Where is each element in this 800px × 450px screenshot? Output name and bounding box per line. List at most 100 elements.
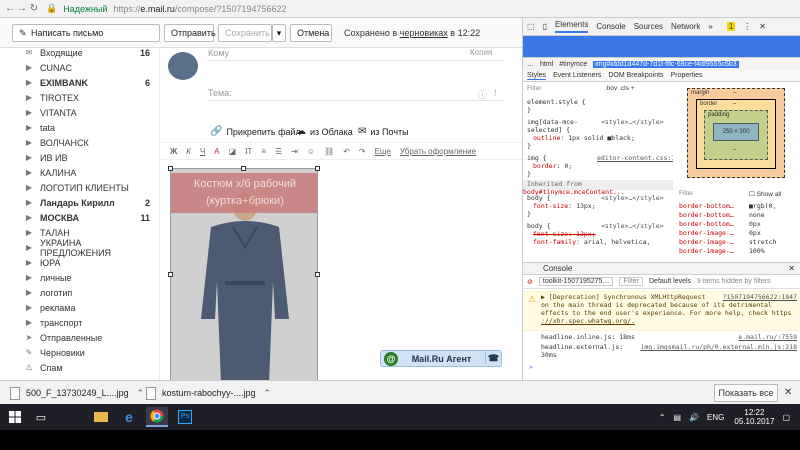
tab-elements[interactable]: Elements [554, 20, 589, 33]
chevron-up-icon[interactable]: ⌃ [264, 388, 272, 399]
mail-agent-bar[interactable]: @ Mail.Ru Агент ☎ [380, 350, 502, 367]
cancel-button[interactable]: Отмена [290, 24, 332, 42]
breadcrumb-ellipsis[interactable]: … [527, 61, 534, 68]
close-downloads-icon[interactable]: ✕ [784, 387, 792, 398]
network-icon[interactable]: ▤ [674, 413, 682, 422]
sidebar-folder-item[interactable]: ⚠ Спам [0, 360, 160, 375]
computed-row[interactable]: border-image-… 100% [679, 247, 765, 255]
sidebar-folder-item[interactable]: ▶ VITANTA [0, 105, 160, 120]
selected-image[interactable]: Костюм х/б рабочий (куртка+брюки) [170, 168, 318, 380]
copy-link[interactable]: Копия [470, 48, 492, 57]
sidebar-folder-item[interactable]: ▶ реклама [0, 300, 160, 315]
bg-color-icon[interactable]: ◪ [229, 147, 237, 156]
hov-cls-buttons[interactable]: :hov .cls + [605, 85, 634, 92]
subject-field[interactable] [208, 100, 504, 101]
save-button[interactable]: Сохранить [218, 24, 272, 42]
volume-icon[interactable]: 🔊 [689, 413, 699, 422]
dom-tree[interactable] [523, 36, 800, 58]
undo-icon[interactable]: ↶ [343, 147, 350, 156]
console-drawer-tab[interactable]: Console [543, 264, 572, 273]
remove-format-link[interactable]: Убрать оформление [400, 147, 476, 156]
sidebar-folder-item[interactable]: ▶ ЮРА [0, 255, 160, 270]
drafts-link[interactable]: черновиках [400, 28, 448, 38]
windows-start-icon[interactable] [4, 407, 26, 427]
close-drawer-icon[interactable]: ✕ [788, 264, 795, 273]
sidebar-folder-item[interactable]: ✎ Черновики [0, 345, 160, 360]
resize-handle-r[interactable] [315, 272, 320, 277]
sidebar-folder-item[interactable]: ▶ ИВ ИВ [0, 150, 160, 165]
indent-icon[interactable]: ⇥ [291, 147, 298, 156]
rule1-source[interactable]: <style>…</style> [601, 118, 664, 126]
sidebar-folder-item[interactable]: ▶ КАЛИНА [0, 165, 160, 180]
styles-filter[interactable]: Filter [527, 85, 541, 92]
device-icon[interactable]: ▯ [543, 22, 547, 31]
sidebar-folder-item[interactable]: ➤ Отправленные [0, 330, 160, 345]
computed-row[interactable]: border-image-… 0px [679, 229, 761, 237]
sidebar-folder-item[interactable]: ▶ ЛОГОТИП КЛИЕНТЫ [0, 180, 160, 195]
align-icon[interactable]: ≡ [261, 147, 266, 156]
clear-console-icon[interactable]: ⊘ [527, 278, 533, 286]
chevron-up-icon[interactable]: ⌃ [137, 388, 145, 399]
computed-row[interactable]: border-bottom… ■rgb(0, [679, 202, 776, 210]
breadcrumb-img[interactable]: img#iddd1d447d-7d1f-fffc-69ce-f4df9555c6… [593, 60, 739, 68]
computed-row[interactable]: border-image-… stretch [679, 238, 776, 246]
show-all-toggle[interactable]: ☐ Show all [749, 190, 781, 198]
notifications-icon[interactable]: ▢ [782, 413, 790, 422]
close-icon[interactable]: ✕ [759, 22, 766, 31]
warning-badge[interactable]: 1 [726, 22, 736, 31]
rule4-source[interactable]: <style>…</style> [601, 222, 664, 230]
tab-sources[interactable]: Sources [634, 22, 663, 31]
font-size-icon[interactable]: ʇT [245, 147, 252, 156]
url-field[interactable]: https://e.mail.ru/compose/?1507194756622 [113, 4, 286, 14]
sidebar-folder-item[interactable]: ▶ EXIMBANK 6 [0, 75, 160, 90]
sidebar-folder-item[interactable]: ▶ Ландарь Кирилл 2 [0, 195, 160, 210]
sidebar-folder-item[interactable]: ▶ TIROTEX [0, 90, 160, 105]
sidebar-folder-item[interactable]: ▶ tata [0, 120, 160, 135]
tab-properties[interactable]: Properties [671, 72, 703, 79]
tab-dom-breakpoints[interactable]: DOM Breakpoints [608, 72, 663, 79]
sidebar-folder-item[interactable]: ▶ УКРАИНА ПРЕДЛОЖЕНИЯ [0, 238, 160, 258]
tray-up-icon[interactable]: ⌃ [659, 413, 666, 422]
send-button[interactable]: Отправить [164, 24, 216, 42]
download-item-2[interactable]: kostum-rabochyy-....jpg ⌃ [146, 384, 271, 402]
warn-source-link[interactable]: ?1507194756622:1847 [723, 293, 797, 301]
resize-handle-t[interactable] [241, 166, 246, 171]
language-indicator[interactable]: ENG [707, 413, 724, 422]
phone-icon[interactable]: ☎ [485, 353, 501, 364]
tab-console[interactable]: Console [596, 22, 625, 31]
priority-icon[interactable]: ! [494, 88, 497, 98]
edge-icon[interactable]: e [118, 407, 140, 427]
computed-row[interactable]: border-bottom… 0px [679, 220, 761, 228]
context-select[interactable]: toolkit-1507195275… [538, 277, 614, 286]
tab-event-listeners[interactable]: Event Listeners [553, 72, 601, 79]
write-letter-button[interactable]: ✎ Написать письмо [12, 24, 160, 42]
file-explorer-icon[interactable] [90, 407, 112, 427]
log1-link[interactable]: e.mail.ru/:7559 [738, 333, 797, 341]
photoshop-icon[interactable]: Ps [174, 407, 196, 427]
list-icon[interactable]: ☰ [275, 147, 282, 156]
task-view-icon[interactable]: ▭ [30, 407, 52, 427]
back-icon[interactable]: ← [4, 3, 16, 14]
bold-icon[interactable]: Ж [170, 147, 177, 156]
sidebar-folder-item[interactable]: ✉ Входящие 16 [0, 45, 160, 60]
breadcrumb-html[interactable]: html [540, 61, 553, 68]
clock[interactable]: 12:22 05.10.2017 [734, 408, 774, 426]
sidebar-folder-item[interactable]: ▶ личные [0, 270, 160, 285]
show-all-checkbox[interactable]: ☐ [749, 191, 755, 198]
resize-handle-tl[interactable] [168, 166, 173, 171]
computed-row[interactable]: border-bottom… none [679, 211, 765, 219]
breadcrumb-tinymce[interactable]: #tinymce [559, 61, 587, 68]
resize-handle-tr[interactable] [315, 166, 320, 171]
computed-filter[interactable]: Filter [679, 190, 693, 197]
from-mail-button[interactable]: ✉ из Почты [358, 126, 409, 137]
tab-network[interactable]: Network [671, 22, 700, 31]
resize-handle-l[interactable] [168, 272, 173, 277]
sidebar-folder-item[interactable]: ▶ МОСКВА 11 [0, 210, 160, 225]
text-color-icon[interactable]: A [214, 147, 219, 156]
sidebar-folder-item[interactable]: ▶ ВОЛЧАНСК [0, 135, 160, 150]
sidebar-folder-item[interactable]: ▶ транспорт [0, 315, 160, 330]
rule2-source[interactable]: editor-content.css:1 [597, 154, 673, 162]
rule3-source[interactable]: <style>…</style> [601, 194, 664, 202]
console-prompt[interactable]: > [529, 363, 533, 371]
menu-icon[interactable]: ⋮ [743, 22, 751, 31]
